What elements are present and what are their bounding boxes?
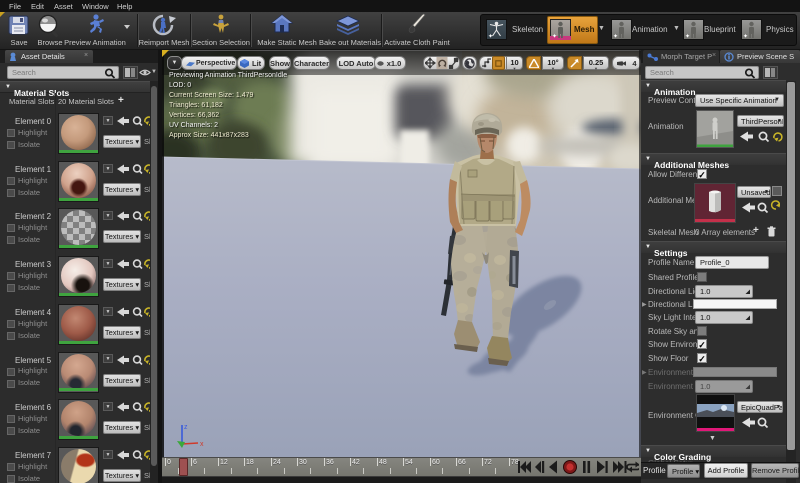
svg-text:z: z [184,424,188,431]
svg-text:x: x [200,441,204,448]
